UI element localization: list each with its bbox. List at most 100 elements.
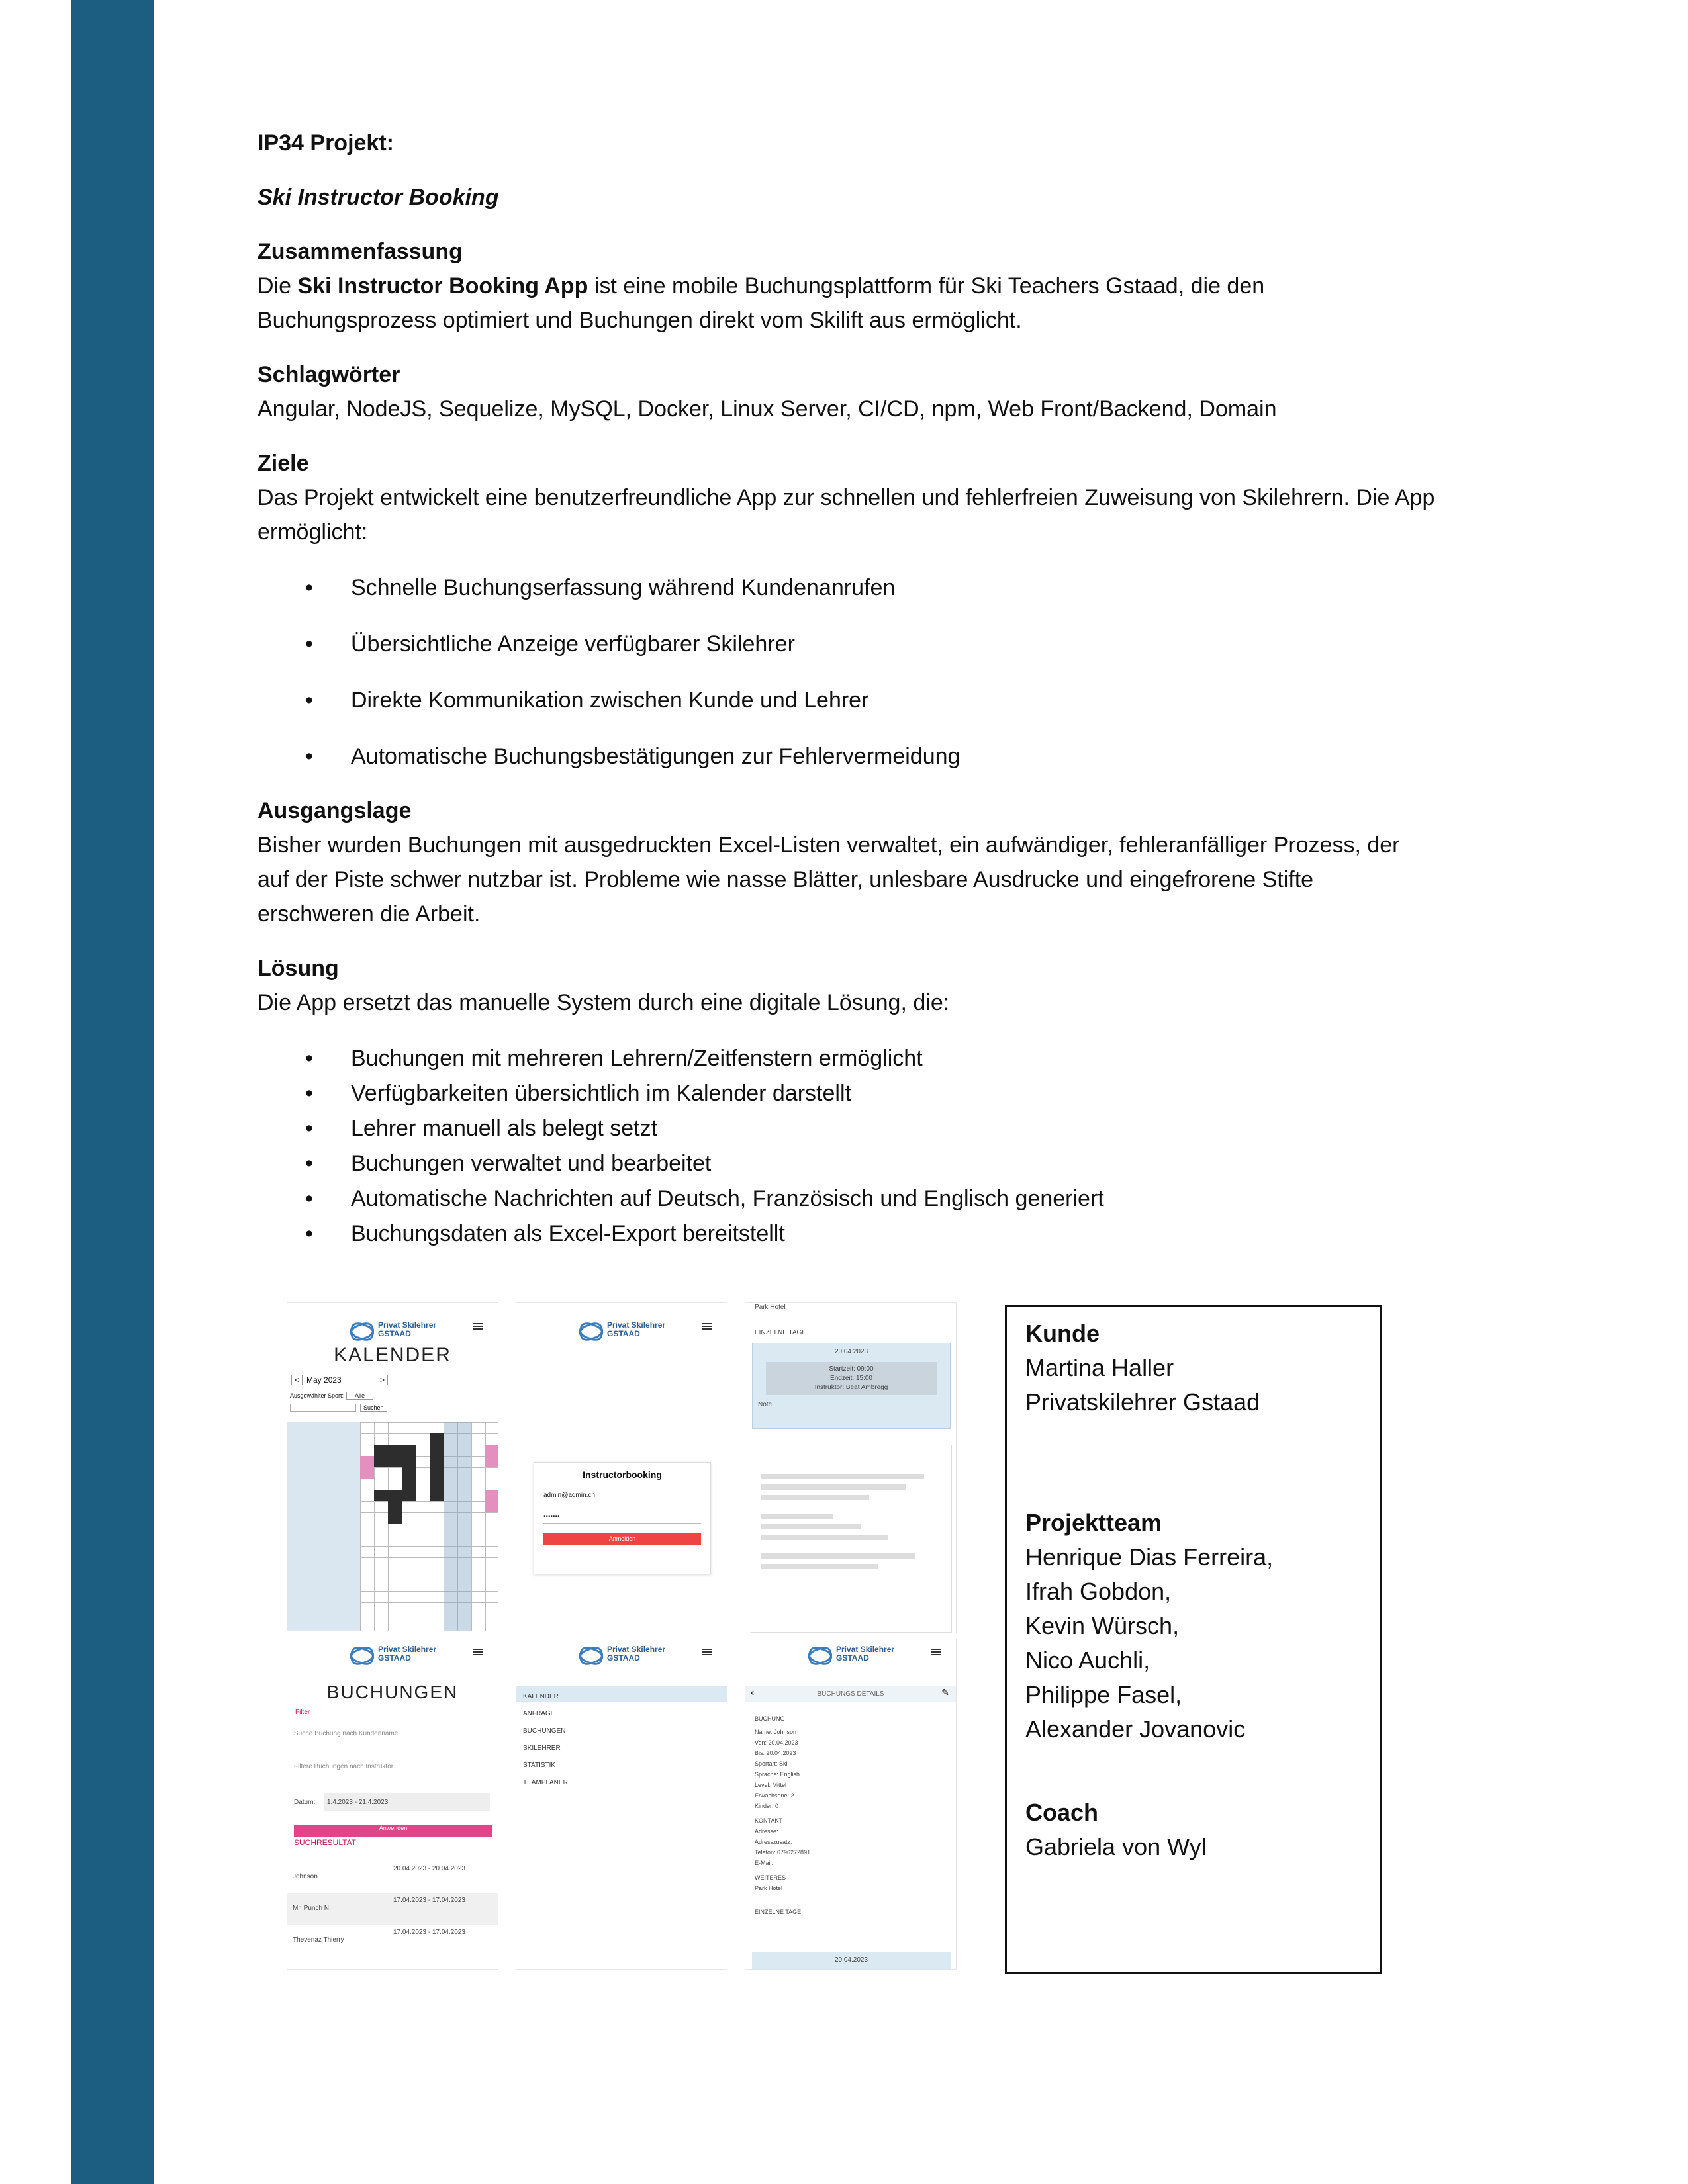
app-name: Ski Instructor Booking App xyxy=(297,273,588,298)
month-label: May 2023 xyxy=(306,1375,342,1385)
coach-heading: Coach xyxy=(1025,1799,1099,1826)
list-item: Schnelle Buchungserfassung während Kunde… xyxy=(258,570,1436,605)
prev-month-button[interactable]: < xyxy=(291,1375,303,1385)
menu-icon[interactable] xyxy=(931,1649,941,1655)
customer-search-input[interactable]: Suche Buchung nach Kundenname xyxy=(294,1729,492,1739)
app-logo: Privat Skilehrer GSTAAD xyxy=(287,1639,498,1668)
sport-label: Ausgewählter Sport: xyxy=(290,1392,344,1399)
coach-block: Coach Gabriela von Wyl xyxy=(1025,1796,1362,1864)
team-block: Projektteam Henrique Dias Ferreira, Ifra… xyxy=(1025,1506,1362,1747)
details-heading: BUCHUNGS DETAILS xyxy=(817,1690,884,1698)
search-input[interactable] xyxy=(290,1404,356,1412)
summary-heading: Zusammenfassung xyxy=(258,239,463,264)
instructor-filter-input[interactable]: Filtere Buchungen nach Instruktor xyxy=(294,1762,492,1772)
edit-icon[interactable]: ✎ xyxy=(941,1687,949,1698)
menu-item-bookings[interactable]: BUCHUNGEN xyxy=(523,1723,568,1740)
list-item: Automatische Buchungsbestätigungen zur F… xyxy=(258,739,1436,774)
project-info-box: Kunde Martina Haller Privatskilehrer Gst… xyxy=(1005,1305,1382,1974)
calendar-heading: KALENDER xyxy=(334,1344,451,1366)
username-field[interactable]: admin@admin.ch xyxy=(543,1489,701,1502)
list-item: Automatische Nachrichten auf Deutsch, Fr… xyxy=(258,1181,1436,1216)
logo-icon xyxy=(577,1644,603,1664)
goals-section: Ziele Das Projekt entwickelt eine benutz… xyxy=(258,446,1436,774)
booking-day-screenshot: Park Hotel EINZELNE TAGE 20.04.2023 Star… xyxy=(745,1302,957,1633)
menu-item-statistics[interactable]: STATISTIK xyxy=(523,1757,568,1774)
solution-list: Buchungen mit mehreren Lehrern/Zeitfenst… xyxy=(258,1041,1436,1251)
menu-icon[interactable] xyxy=(702,1323,712,1330)
logo-icon xyxy=(348,1320,374,1340)
project-subtitle: Ski Instructor Booking xyxy=(258,185,499,210)
next-month-button[interactable]: > xyxy=(377,1375,389,1385)
goals-text: Das Projekt entwickelt eine benutzerfreu… xyxy=(258,485,1435,545)
team-member: Henrique Dias Ferreira, xyxy=(1025,1543,1274,1570)
keywords-section: Schlagwörter Angular, NodeJS, Sequelize,… xyxy=(258,357,1436,426)
results-label: SUCHRESULTAT xyxy=(294,1838,357,1847)
filter-toggle[interactable]: Filter xyxy=(295,1708,310,1717)
bookings-heading: BUCHUNGEN xyxy=(326,1682,459,1702)
login-screenshot: Privat Skilehrer GSTAAD Instructorbookin… xyxy=(516,1302,727,1633)
team-member: Kevin Würsch, xyxy=(1025,1612,1180,1639)
calendar-screenshot: Privat Skilehrer GSTAAD KALENDER < May 2… xyxy=(287,1302,498,1633)
instructor-name-column xyxy=(287,1422,360,1631)
menu-item-instructors[interactable]: SKILEHRER xyxy=(523,1740,568,1757)
goals-list: Schnelle Buchungserfassung während Kunde… xyxy=(258,570,1436,774)
table-row[interactable]: Thevenaz Thierry 17.04.2023 - 17.04.2023 xyxy=(287,1925,498,1957)
availability-grid xyxy=(287,1422,498,1631)
password-field[interactable]: ••••••• xyxy=(543,1510,701,1524)
menu-item-calendar[interactable]: KALENDER xyxy=(523,1688,568,1706)
list-item: Buchungsdaten als Excel-Export bereitste… xyxy=(258,1216,1436,1251)
list-item: Buchungen mit mehreren Lehrern/Zeitfenst… xyxy=(258,1041,1436,1075)
team-heading: Projektteam xyxy=(1025,1509,1162,1536)
logo-icon xyxy=(348,1644,374,1664)
situation-heading: Ausgangslage xyxy=(258,798,412,823)
team-member: Ifrah Gobdon, xyxy=(1025,1578,1172,1605)
solution-section: Lösung Die App ersetzt das manuelle Syst… xyxy=(258,951,1436,1251)
team-member: Philippe Fasel, xyxy=(1025,1681,1182,1708)
situation-section: Ausgangslage Bisher wurden Buchungen mit… xyxy=(258,794,1436,931)
app-logo: Privat Skilehrer GSTAAD xyxy=(287,1315,498,1344)
coach-name: Gabriela von Wyl xyxy=(1025,1833,1207,1860)
menu-item-teamplanner[interactable]: TEAMPLANER xyxy=(523,1774,568,1792)
list-item: Lehrer manuell als belegt setzt xyxy=(258,1111,1436,1146)
app-logo: Privat Skilehrer GSTAAD xyxy=(745,1639,956,1668)
solution-text: Die App ersetzt das manuelle System durc… xyxy=(258,990,950,1015)
menu-item-request[interactable]: ANFRAGE xyxy=(523,1706,568,1723)
client-block: Kunde Martina Haller Privatskilehrer Gst… xyxy=(1025,1316,1362,1420)
days-label: EINZELNE TAGE xyxy=(755,1329,806,1336)
page-title: IP34 Projekt: xyxy=(258,130,394,156)
goals-heading: Ziele xyxy=(258,451,309,476)
team-member: Alexander Jovanovic xyxy=(1025,1715,1246,1743)
date-range-field[interactable]: 1.4.2023 - 21.4.2023 xyxy=(324,1793,490,1811)
document-body: IP34 Projekt: Ski Instructor Booking Zus… xyxy=(258,126,1436,1251)
hotel-text: Park Hotel xyxy=(755,1304,786,1311)
keywords-heading: Schlagwörter xyxy=(258,362,400,387)
menu-icon[interactable] xyxy=(702,1649,712,1655)
bookings-screenshot: Privat Skilehrer GSTAAD BUCHUNGEN Filter… xyxy=(287,1639,498,1970)
table-row[interactable]: Johnson 20.04.2023 - 20.04.2023 xyxy=(287,1862,498,1893)
client-line: Privatskilehrer Gstaad xyxy=(1025,1388,1260,1416)
login-heading: Instructorbooking xyxy=(583,1469,662,1480)
day-card: 20.04.2023 xyxy=(752,1952,951,1969)
menu-icon[interactable] xyxy=(473,1323,483,1330)
list-item: Übersichtliche Anzeige verfügbarer Skile… xyxy=(258,627,1436,661)
list-item: Direkte Kommunikation zwischen Kunde und… xyxy=(258,683,1436,717)
client-heading: Kunde xyxy=(1025,1320,1100,1347)
apply-button[interactable]: Anwenden xyxy=(294,1825,492,1837)
availability-cells[interactable] xyxy=(360,1422,498,1631)
menu-screenshot: Privat Skilehrer GSTAAD KALENDER ANFRAGE… xyxy=(516,1639,727,1970)
left-color-band xyxy=(71,0,154,2184)
team-member: Nico Auchli, xyxy=(1025,1647,1150,1674)
login-button[interactable]: Anmelden xyxy=(543,1533,701,1545)
logo-icon xyxy=(577,1320,603,1340)
client-line: Martina Haller xyxy=(1025,1354,1174,1381)
menu-icon[interactable] xyxy=(473,1649,483,1655)
table-row[interactable]: Mr. Punch N. 17.04.2023 - 17.04.2023 xyxy=(287,1893,498,1925)
summary-section: Zusammenfassung Die Ski Instructor Booki… xyxy=(258,234,1436,338)
sport-select[interactable]: Alle xyxy=(346,1392,374,1400)
app-logo: Privat Skilehrer GSTAAD xyxy=(516,1315,727,1344)
list-item: Buchungen verwaltet und bearbeitet xyxy=(258,1146,1436,1181)
situation-text: Bisher wurden Buchungen mit ausgedruckte… xyxy=(258,833,1400,927)
search-button[interactable]: Suchen xyxy=(360,1404,387,1412)
list-item: Verfügbarkeiten übersichtlich im Kalende… xyxy=(258,1076,1436,1111)
booking-details-screenshot: Privat Skilehrer GSTAAD ‹ BUCHUNGS DETAI… xyxy=(745,1639,957,1970)
